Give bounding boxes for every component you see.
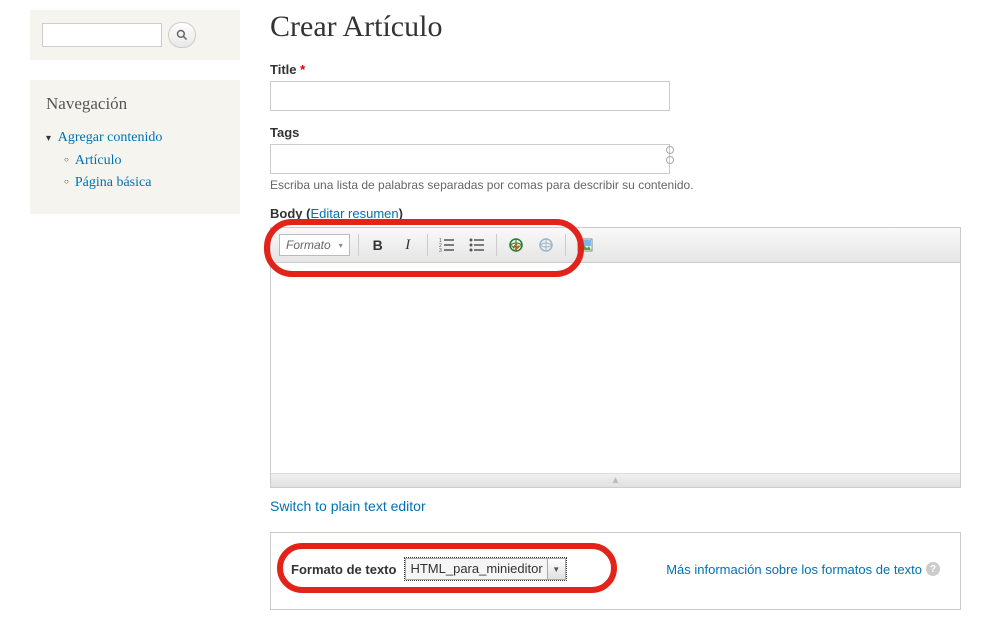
search-button[interactable] — [168, 22, 196, 48]
body-label: Body (Editar resumen) — [270, 206, 961, 221]
tags-field-row: Tags Escriba una lista de palabras separ… — [270, 125, 961, 192]
text-format-panel: Formato de texto HTML_para_minieditor ▼ … — [270, 532, 961, 610]
ordered-list-icon: 123 — [439, 237, 455, 253]
tags-input[interactable] — [270, 144, 670, 174]
nav-item-basic-page[interactable]: Página básica — [64, 172, 224, 194]
nav-title: Navegación — [46, 94, 224, 114]
image-button[interactable] — [574, 234, 596, 256]
tags-label: Tags — [270, 125, 961, 140]
image-icon — [577, 237, 593, 253]
link-icon — [508, 237, 524, 253]
edit-summary-link[interactable]: Editar resumen — [310, 206, 398, 221]
unordered-list-button[interactable] — [466, 234, 488, 256]
resize-handle[interactable]: ▲ — [271, 473, 960, 487]
text-format-label: Formato de texto — [291, 562, 396, 577]
nav-parent-add-content[interactable]: Agregar contenido Artículo Página básica — [46, 128, 224, 196]
bold-button[interactable]: B — [367, 234, 389, 256]
toolbar-separator — [358, 234, 359, 256]
required-marker: * — [300, 62, 305, 77]
switch-plain-text-link[interactable]: Switch to plain text editor — [270, 498, 426, 514]
help-icon: ? — [926, 562, 940, 576]
text-format-select[interactable]: HTML_para_minieditor ▼ — [404, 557, 566, 581]
link-button[interactable] — [505, 234, 527, 256]
autocomplete-throbber-icon — [666, 146, 674, 164]
body-field-row: Body (Editar resumen) Formato B I 123 — [270, 206, 961, 610]
page-title: Crear Artículo — [270, 10, 961, 44]
tags-help-text: Escriba una lista de palabras separadas … — [270, 178, 961, 192]
rich-text-editor: Formato B I 123 — [270, 227, 961, 488]
title-input[interactable] — [270, 81, 670, 111]
more-info-link[interactable]: Más información sobre los formatos de te… — [666, 562, 940, 577]
ordered-list-button[interactable]: 123 — [436, 234, 458, 256]
nav-item-article[interactable]: Artículo — [64, 150, 224, 172]
italic-button[interactable]: I — [397, 234, 419, 256]
search-icon — [176, 29, 188, 41]
toolbar-separator — [496, 234, 497, 256]
nav-parent-link[interactable]: Agregar contenido — [58, 130, 163, 145]
navigation-block: Navegación Agregar contenido Artículo Pá… — [30, 80, 240, 214]
title-field-row: Title * — [270, 62, 961, 111]
unordered-list-icon — [469, 237, 485, 253]
toolbar-separator — [427, 234, 428, 256]
search-input[interactable] — [42, 23, 162, 47]
svg-text:3: 3 — [439, 248, 442, 253]
toolbar-separator — [565, 234, 566, 256]
unlink-button[interactable] — [535, 234, 557, 256]
search-block — [30, 10, 240, 60]
title-label: Title * — [270, 62, 961, 77]
format-dropdown[interactable]: Formato — [279, 234, 350, 256]
chevron-down-icon: ▼ — [548, 558, 566, 580]
editor-content-area[interactable] — [271, 263, 960, 473]
text-format-selected-value: HTML_para_minieditor — [405, 558, 547, 580]
unlink-icon — [538, 237, 554, 253]
editor-toolbar: Formato B I 123 — [271, 228, 960, 263]
